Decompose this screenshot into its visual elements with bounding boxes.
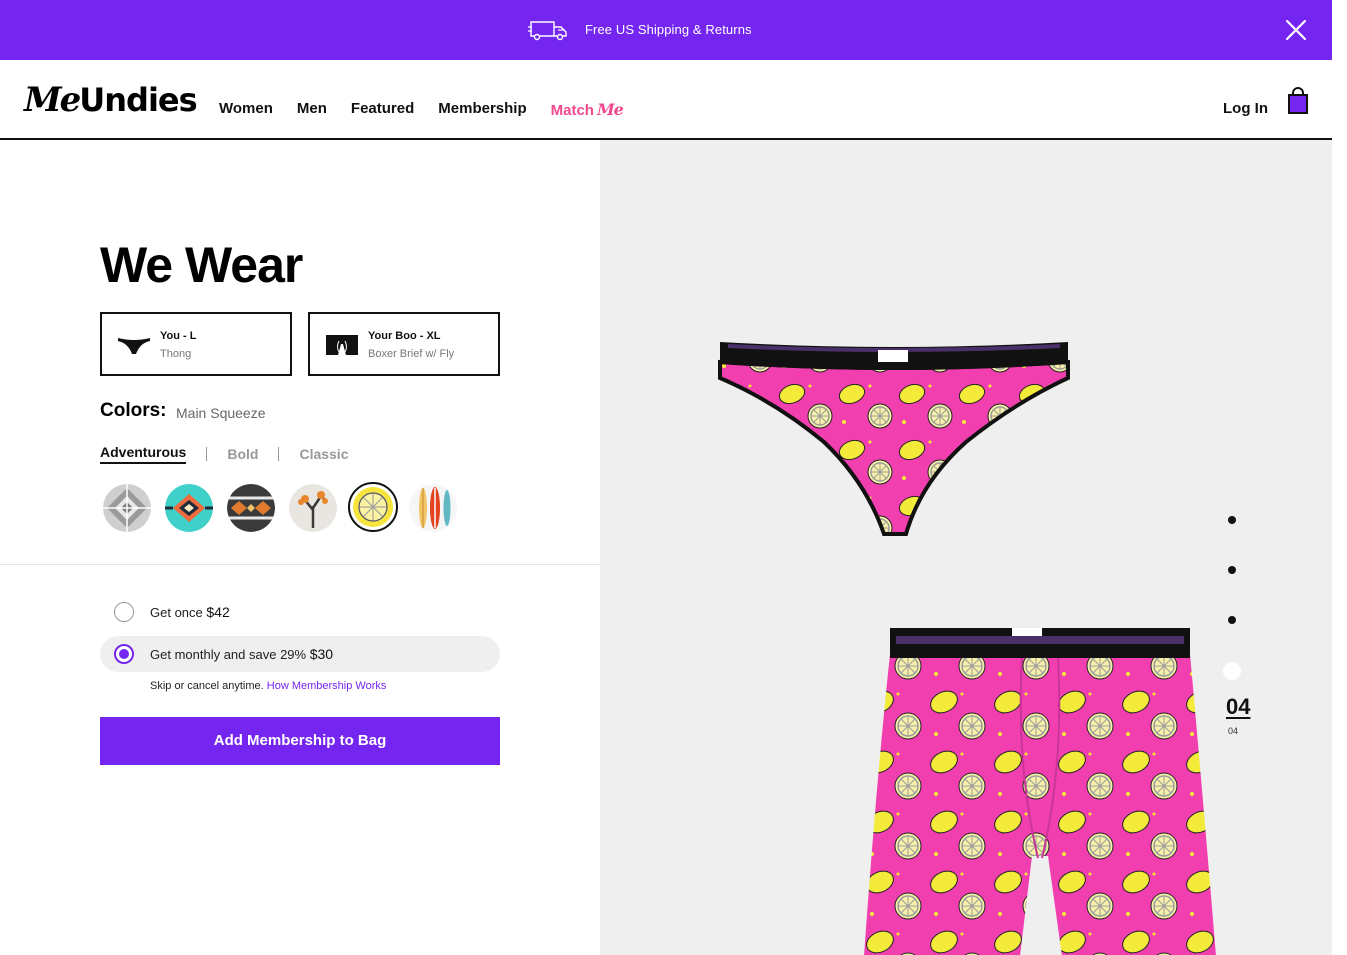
option-prefix: Get monthly and save 29% — [150, 647, 307, 662]
membership-note: Skip or cancel anytime. How Membership W… — [150, 680, 386, 692]
radio-button[interactable] — [114, 602, 134, 622]
meundies-logo[interactable]: Me Undies — [24, 80, 198, 120]
option-label: Get monthly and save 29% $30 — [150, 646, 333, 662]
match-label: Match — [550, 102, 594, 119]
wearer-style: Thong — [160, 348, 192, 360]
login-link[interactable]: Log In — [1223, 100, 1268, 117]
option-price: $30 — [309, 646, 334, 662]
option-price: $42 — [206, 604, 230, 620]
gallery-dot[interactable] — [1228, 616, 1236, 624]
thong-product-image — [718, 342, 1070, 536]
product-gallery: 04 04 — [600, 140, 1332, 955]
product-page: Free US Shipping & Returns Me Undies Wom… — [0, 0, 1332, 955]
tab-divider — [278, 447, 280, 461]
wearer-name: Your Boo - XL — [368, 330, 441, 342]
section-divider — [0, 564, 600, 565]
boxer-brief-icon — [326, 335, 358, 355]
wearer-card-boo[interactable]: Your Boo - XL Boxer Brief w/ Fly — [308, 312, 500, 376]
wearer-style: Boxer Brief w/ Fly — [368, 348, 455, 360]
purchase-option-once[interactable]: Get once $42 — [100, 594, 500, 630]
swatch-teal-aztec[interactable] — [165, 484, 213, 532]
tab-classic[interactable]: Classic — [299, 446, 348, 462]
tab-divider — [206, 447, 208, 461]
nav-men[interactable]: Men — [297, 100, 327, 119]
nav-membership[interactable]: Membership — [438, 100, 526, 119]
product-title: We Wear — [100, 237, 303, 293]
gallery-dot-active[interactable] — [1223, 662, 1241, 680]
truck-icon — [528, 21, 567, 41]
tab-bold[interactable]: Bold — [227, 446, 258, 462]
skip-text: Skip or cancel anytime. — [150, 680, 264, 692]
wearer-card-you[interactable]: You - L Thong — [100, 312, 292, 376]
swatch-dark-tribal[interactable] — [227, 484, 275, 532]
swatch-lemon-main-squeeze[interactable] — [348, 482, 398, 532]
gallery-dot[interactable] — [1228, 516, 1236, 524]
option-label: Get once $42 — [150, 604, 230, 620]
swatch-surfboards[interactable] — [409, 484, 457, 532]
nav-women[interactable]: Women — [219, 100, 273, 119]
nav-featured[interactable]: Featured — [351, 100, 414, 119]
match-me-label: Me — [596, 100, 624, 119]
colors-label: Colors: — [100, 400, 167, 421]
thong-icon — [118, 338, 150, 354]
gallery-total-slides: 04 — [1228, 726, 1239, 736]
add-membership-to-bag-button[interactable]: Add Membership to Bag — [100, 717, 500, 765]
swatch-joshua-tree[interactable] — [289, 484, 337, 532]
promo-bar: Free US Shipping & Returns — [0, 0, 1332, 60]
main-nav: Women Men Featured Membership Match Me — [219, 100, 647, 119]
wearer-name: You - L — [160, 330, 197, 342]
shopping-bag-icon[interactable] — [1287, 87, 1309, 115]
logo-me: Me — [24, 80, 81, 120]
boxer-brief-product-image — [864, 628, 1216, 955]
product-config-panel: We Wear You - L Thong Your Boo - XL Boxe… — [0, 140, 600, 955]
promo-text: Free US Shipping & Returns — [585, 22, 752, 37]
selected-color-name: Main Squeeze — [176, 405, 266, 421]
gallery-dot[interactable] — [1228, 566, 1236, 574]
color-category-tabs: Adventurous Bold Classic — [100, 444, 349, 464]
how-membership-works-link[interactable]: How Membership Works — [267, 680, 387, 692]
gallery-current-slide: 04 — [1226, 694, 1251, 719]
option-prefix: Get once — [150, 605, 203, 620]
logo-undies: Undies — [79, 81, 197, 119]
nav-match-me[interactable]: Match Me — [550, 100, 624, 119]
site-header: Me Undies Women Men Featured Membership … — [0, 60, 1332, 140]
tab-adventurous[interactable]: Adventurous — [100, 444, 187, 464]
radio-button-selected[interactable] — [114, 644, 134, 664]
swatch-grey-geometric[interactable] — [103, 484, 151, 532]
purchase-option-monthly[interactable]: Get monthly and save 29% $30 — [100, 636, 500, 672]
close-icon[interactable] — [1284, 18, 1308, 42]
